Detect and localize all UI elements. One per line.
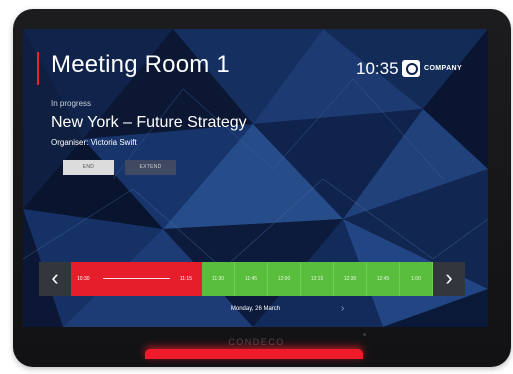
timeline-next-button[interactable]: › — [433, 262, 465, 296]
free-slots: 11:30 11:45 12:00 12:15 12:30 12:45 1:00 — [202, 262, 433, 296]
chevron-left-icon: ‹ — [51, 265, 59, 290]
company-logo-icon — [402, 60, 420, 77]
clock-time: 10:35 — [356, 59, 399, 78]
room-display-screen: Meeting Room 1 10:35 COMPANY In progress… — [23, 29, 488, 327]
chevron-right-icon: › — [445, 265, 453, 290]
booking-start-time: 10:30 — [77, 276, 90, 282]
time-slot[interactable]: 11:45 — [235, 262, 268, 296]
date-next-chevron-icon[interactable]: › — [341, 303, 344, 314]
timeline-prev-button[interactable]: ‹ — [39, 262, 71, 296]
meeting-title: New York – Future Strategy — [51, 114, 247, 131]
time-slot[interactable]: 12:00 — [268, 262, 301, 296]
time-slot[interactable]: 11:30 — [202, 262, 235, 296]
end-button[interactable]: END — [63, 160, 114, 175]
device-brand: CONDECO — [228, 337, 285, 347]
camera-icon — [363, 333, 366, 336]
booking-duration-line — [103, 278, 170, 279]
time-slot[interactable]: 1:00 — [400, 262, 433, 296]
organiser-label: Organiser: Victoria Swift — [51, 138, 137, 147]
booking-end-time: 11:15 — [179, 276, 192, 282]
current-date: Monday, 26 March — [230, 306, 281, 312]
status-led-bar — [145, 349, 363, 359]
meeting-status: In progress — [51, 99, 92, 108]
time-slot[interactable]: 12:45 — [367, 262, 400, 296]
current-booking-block[interactable]: 10:30 11:15 — [71, 262, 202, 296]
accent-bar — [37, 52, 39, 85]
room-name: Meeting Room 1 — [51, 51, 230, 78]
time-slot[interactable]: 12:30 — [334, 262, 367, 296]
timeline-bar: ‹ 10:30 11:15 11:30 11:45 12:00 12:15 12… — [39, 262, 465, 296]
time-slot[interactable]: 12:15 — [301, 262, 334, 296]
company-name: COMPANY — [424, 65, 463, 72]
extend-button[interactable]: EXTEND — [125, 160, 176, 175]
